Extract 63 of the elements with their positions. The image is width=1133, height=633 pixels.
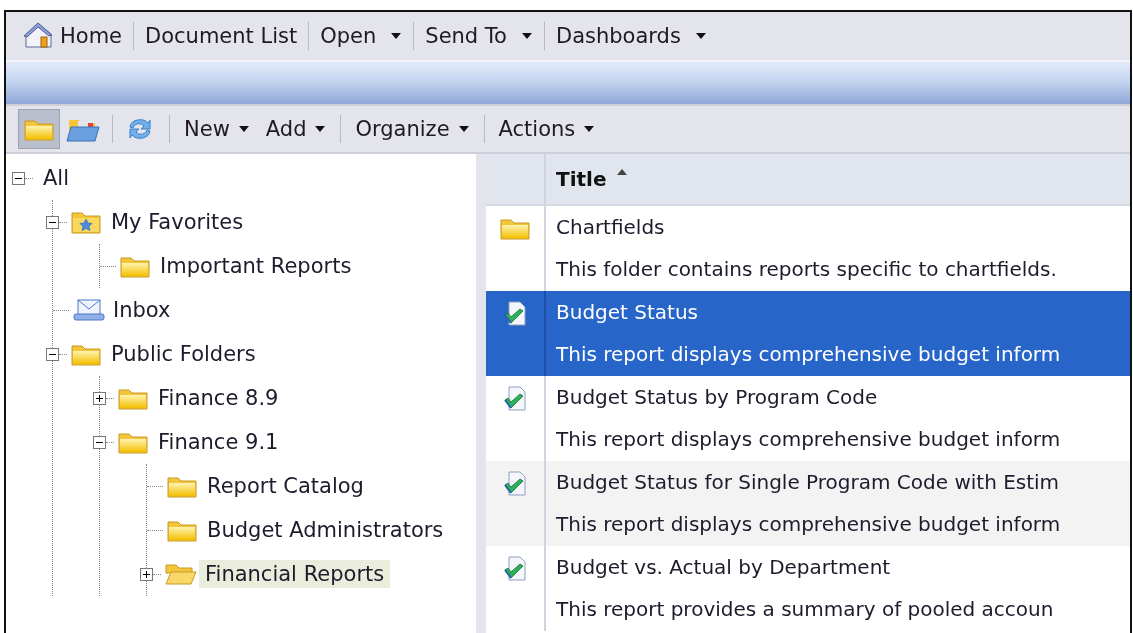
home-icon [22,21,54,51]
folder-icon [500,216,530,240]
home-button[interactable]: Home [22,19,133,53]
expand-toggle[interactable] [93,391,106,405]
collapse-toggle[interactable] [12,171,25,185]
folder-icon [118,386,148,410]
table-row[interactable]: Budget vs. Actual by Department This report provides a summary of pooled accoun [486,546,1130,631]
folder-icon [118,430,148,454]
folder-icon [167,518,197,542]
report-description: This folder contains reports specific to chartfields. [556,256,1057,283]
menu-button[interactable]: Open [309,19,414,53]
report-icon [503,301,527,327]
envelope-icon [73,298,105,322]
caret-icon [314,125,327,133]
tree-item[interactable]: Public Folders [105,340,262,368]
collapse-toggle[interactable] [46,215,59,229]
caret-icon [694,32,707,40]
folder-icon [71,342,101,366]
tree-item[interactable]: Report Catalog [201,472,370,500]
table-row[interactable]: Budget Status for Single Program Code with Estim This report displays comprehensive budget inform [486,461,1130,546]
tree-item[interactable]: Inbox [107,296,177,324]
caret-icon [583,125,596,133]
column-header[interactable]: Title [546,154,629,204]
caret-icon [521,32,533,40]
open-folder-icon [165,562,197,586]
menu-button[interactable]: Dashboards [545,19,718,53]
report-icon [503,471,527,497]
report-description: This report displays comprehensive budget inform [556,426,1061,453]
tree-item[interactable]: Financial Reports [199,560,391,588]
menu-button[interactable]: Organize [347,112,478,146]
folder-icon [167,474,197,498]
tree-item[interactable]: Finance 9.1 [152,428,285,456]
folder-icon [24,117,54,141]
folder-icon [120,254,150,278]
tree-item[interactable]: All [37,164,76,192]
expand-toggle[interactable] [140,567,153,581]
table-row[interactable]: Budget Status This report displays comprehensive budget inform [486,291,1130,376]
caret-icon [457,125,470,133]
tree-item[interactable]: Finance 8.9 [152,384,285,412]
tree-item[interactable]: My Favorites [105,208,250,236]
report-title[interactable]: Budget Status by Program Code [556,376,1061,418]
report-title[interactable]: Budget Status [556,291,1061,333]
menu-button[interactable]: Send To [414,19,544,53]
report-icon [503,386,527,412]
collapse-toggle[interactable] [93,435,106,449]
report-title[interactable]: Budget vs. Actual by Department [556,546,1054,588]
star-folder-icon [71,210,101,234]
report-description: This report displays comprehensive budget inform [556,511,1061,538]
menu-button[interactable]: Actions [490,112,604,146]
collapse-toggle[interactable] [46,347,59,361]
caret-icon [390,32,403,40]
report-description: This report provides a summary of pooled accoun [556,596,1054,623]
tree-item[interactable]: Budget Administrators [201,516,450,544]
report-description: This report displays comprehensive budget inform [556,341,1061,368]
refresh-icon [126,116,154,142]
tree-item[interactable]: Important Reports [154,252,358,280]
menu-link[interactable]: Document List [134,19,309,53]
report-title[interactable]: Budget Status for Single Program Code with Estim [556,461,1061,503]
menu-button[interactable]: Add [257,112,335,146]
menu-button[interactable]: New [176,112,258,146]
report-title[interactable]: Chartfields [556,206,1057,248]
caret-icon [237,125,250,133]
report-icon [503,556,527,582]
